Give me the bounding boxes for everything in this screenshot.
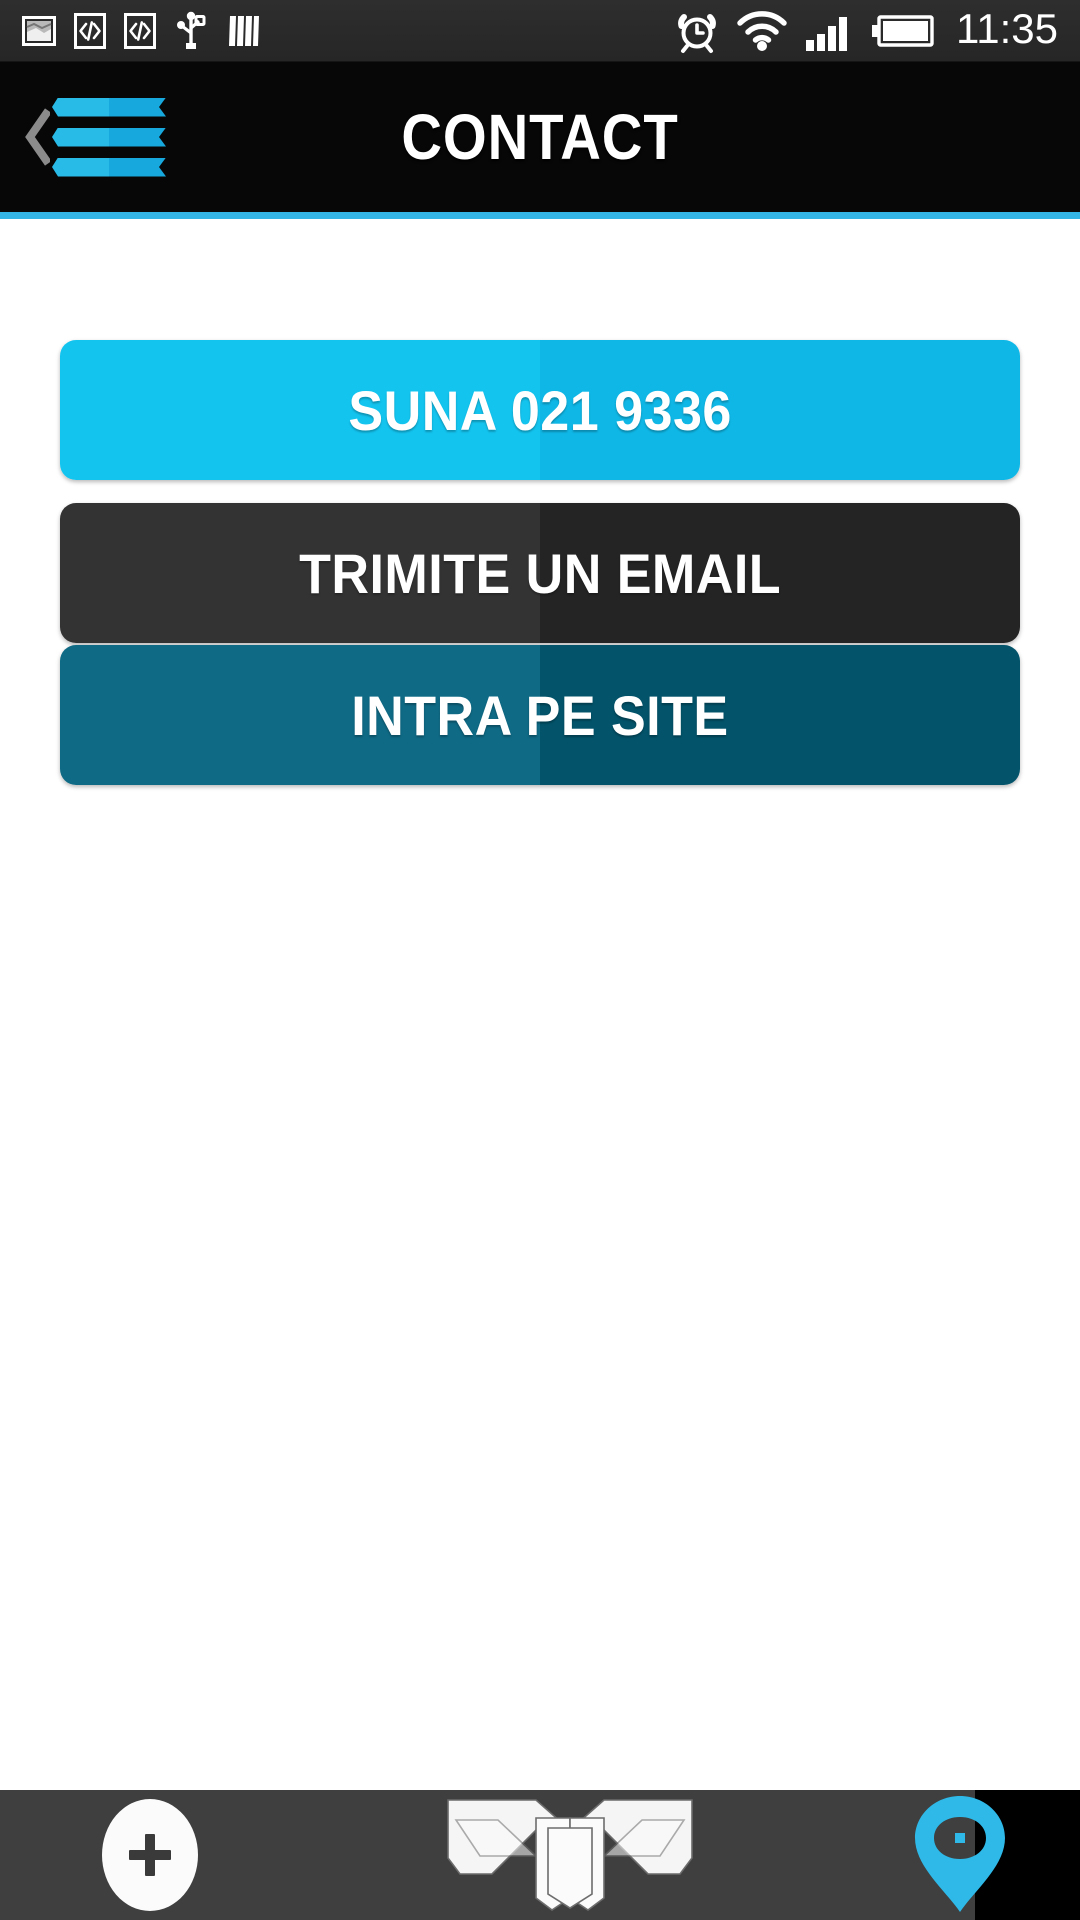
page-title: CONTACT — [401, 101, 679, 173]
alarm-clock-icon — [674, 8, 720, 54]
visit-site-button-label: INTRA PE SITE — [351, 683, 729, 747]
brand-logo[interactable] — [300, 1790, 840, 1920]
plus-icon — [102, 1799, 198, 1911]
call-button-label: SUNA 021 9336 — [348, 378, 732, 442]
battery-icon — [872, 14, 934, 48]
visit-site-button[interactable]: INTRA PE SITE — [60, 645, 1020, 785]
status-bar-right-icons: 11:35 — [674, 8, 1080, 54]
sim-card-icon — [226, 14, 260, 48]
status-bar: 11:35 — [0, 0, 1080, 62]
phone-screen: 11:35 CONTACT SUNA 021 9336 TRIMITE UN E… — [0, 0, 1080, 1920]
wifi-icon — [736, 10, 788, 52]
main-content: SUNA 021 9336 TRIMITE UN EMAIL INTRA PE … — [0, 219, 1080, 1790]
send-email-button-label: TRIMITE UN EMAIL — [299, 541, 781, 605]
signal-bars-icon — [804, 10, 856, 52]
status-bar-clock: 11:35 — [956, 5, 1058, 52]
map-pin-icon — [905, 1790, 1015, 1920]
send-email-button[interactable]: TRIMITE UN EMAIL — [60, 503, 1020, 643]
header-accent-divider — [0, 212, 1080, 219]
code-bracket-icon — [74, 12, 106, 49]
back-chevron-icon[interactable] — [24, 106, 50, 168]
code-bracket-icon-2 — [124, 12, 156, 49]
screenshot-icon — [22, 15, 56, 46]
location-button[interactable] — [840, 1790, 1080, 1920]
app-header: CONTACT — [0, 62, 1080, 212]
status-bar-left-icons — [0, 11, 260, 51]
usb-icon — [174, 11, 208, 51]
call-button[interactable]: SUNA 021 9336 — [60, 340, 1020, 480]
bottom-navigation-bar — [0, 1790, 1080, 1920]
winged-shield-logo-icon — [440, 1794, 700, 1917]
add-button[interactable] — [0, 1790, 300, 1920]
